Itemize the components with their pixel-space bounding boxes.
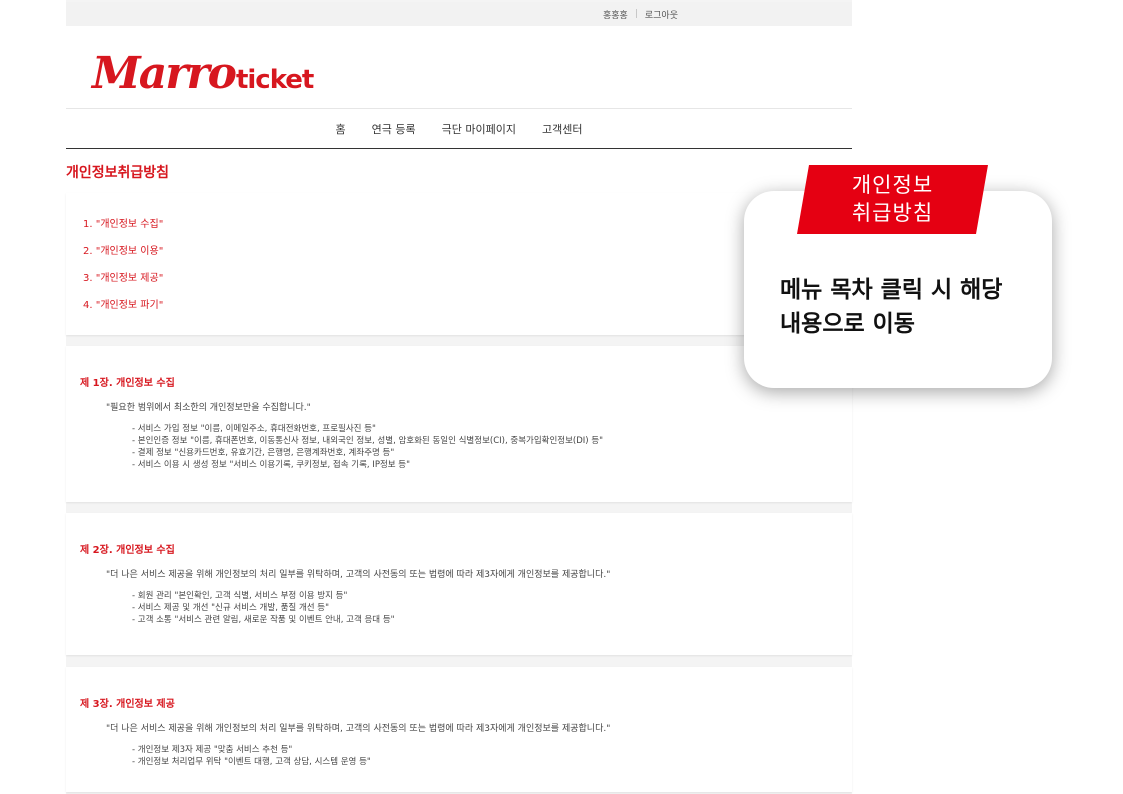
nav-item-customer-center[interactable]: 고객센터 [542,121,582,137]
nav-item-home[interactable]: 홈 [336,121,346,137]
separator: | [634,9,638,19]
list-item: - 개인정보 제3자 제공 "맞춤 서비스 추천 등" [132,745,293,755]
logout-link[interactable]: 로그아웃 [645,8,678,21]
toc-item-use[interactable]: 2. "개인정보 이용" [83,242,163,269]
section-list: - 회원 관리 "본인확인, 고객 식별, 서비스 부정 이용 방지 등" - … [132,589,395,625]
main-nav: 홈 연극 등록 극단 마이페이지 고객센터 [66,108,852,149]
section-title: 제 3장. 개인정보 제공 [80,699,175,710]
section-title: 제 2장. 개인정보 수집 [80,545,175,556]
nav-item-troupe-mypage[interactable]: 극단 마이페이지 [442,121,516,137]
list-item: - 회원 관리 "본인확인, 고객 식별, 서비스 부정 이용 방지 등" [132,591,348,601]
banner-line: 취급방침 [851,201,934,225]
top-utility-bar: 홍홍홍 | 로그아웃 [66,2,852,26]
banner-line: 개인정보 [851,173,934,197]
user-name-link[interactable]: 홍홍홍 [603,8,628,21]
section-intro: "필요한 범위에서 최소한의 개인정보만을 수집합니다." [106,403,311,413]
section-chapter-3: 제 3장. 개인정보 제공 "더 나은 서비스 제공을 위해 개인정보의 처리 … [66,667,852,792]
page-title: 개인정보취급방침 [66,165,170,181]
section-chapter-2: 제 2장. 개인정보 수집 "더 나은 서비스 제공을 위해 개인정보의 처리 … [66,513,852,655]
section-intro: "더 나은 서비스 제공을 위해 개인정보의 처리 일부를 위탁하며, 고객의 … [106,724,611,734]
section-list: - 개인정보 제3자 제공 "맞춤 서비스 추천 등" - 개인정보 처리업무 … [132,743,371,767]
table-of-contents: 1. "개인정보 수집" 2. "개인정보 이용" 3. "개인정보 제공" 4… [66,193,852,335]
toc-item-destroy[interactable]: 4. "개인정보 파기" [83,296,163,323]
annotation-banner: 개인정보 취급방침 [797,165,988,234]
logo-script-text: Marro [92,48,237,99]
callout-text: 메뉴 목차 클릭 시 해당 내용으로 이동 [780,273,1040,341]
list-item: - 서비스 가입 정보 "이름, 이메일주소, 휴대전화번호, 프로필사진 등" [132,424,376,434]
site-logo[interactable]: Marroticket [92,48,314,99]
toc-item-provide[interactable]: 3. "개인정보 제공" [83,269,163,296]
title-area: 개인정보취급방침 [66,149,852,193]
section-intro: "더 나은 서비스 제공을 위해 개인정보의 처리 일부를 위탁하며, 고객의 … [106,570,611,580]
toc-item-collect[interactable]: 1. "개인정보 수집" [83,215,163,242]
logo-ticket-text: ticket [235,65,314,95]
site-header: Marroticket [66,26,852,108]
list-item: - 개인정보 처리업무 위탁 "이벤트 대행, 고객 상담, 시스템 운영 등" [132,757,371,767]
section-list: - 서비스 가입 정보 "이름, 이메일주소, 휴대전화번호, 프로필사진 등"… [132,422,603,470]
callout-text-line: 내용으로 이동 [780,311,915,337]
list-item: - 본인인증 정보 "이름, 휴대폰번호, 이동통신사 정보, 내외국인 정보,… [132,436,604,446]
section-title: 제 1장. 개인정보 수집 [80,378,175,389]
section-chapter-1: 제 1장. 개인정보 수집 "필요한 범위에서 최소한의 개인정보만을 수집합니… [66,346,852,502]
list-item: - 서비스 제공 및 개선 "신규 서비스 개발, 품질 개선 등" [132,603,330,613]
callout-text-line: 메뉴 목차 클릭 시 해당 [780,277,1003,303]
nav-item-play-register[interactable]: 연극 등록 [372,121,416,137]
page-container: 홍홍홍 | 로그아웃 Marroticket 홈 연극 등록 극단 마이페이지 … [66,0,852,794]
list-item: - 결제 정보 "신용카드번호, 유효기간, 은행명, 은행계좌번호, 계좌주명… [132,448,395,458]
list-item: - 서비스 이용 시 생성 정보 "서비스 이용기록, 쿠키정보, 접속 기록,… [132,460,411,470]
list-item: - 고객 소통 "서비스 관련 알림, 새로운 작품 및 이벤트 안내, 고객 … [132,615,395,625]
